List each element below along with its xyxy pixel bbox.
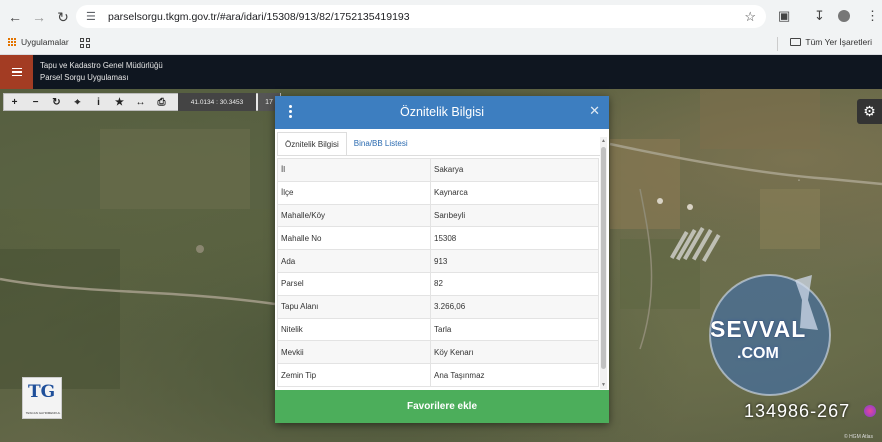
dialog-tabs: Öznitelik Bilgisi Bina/BB Listesi: [277, 132, 415, 156]
scroll-down-arrow-icon[interactable]: ▼: [600, 381, 607, 389]
table-row: Mahalle No 15308: [277, 226, 599, 251]
table-row: Mevkii Köy Kenarı: [277, 340, 599, 365]
browser-menu-icon[interactable]: ⋮: [866, 8, 879, 24]
dialog-title: Öznitelik Bilgisi: [399, 105, 485, 119]
apps-label: Uygulamalar: [21, 37, 69, 47]
watermark-domain: .COM: [737, 345, 779, 362]
scroll-up-arrow-icon[interactable]: ▲: [600, 137, 607, 145]
close-icon[interactable]: ✕: [589, 103, 600, 119]
row-value: Köy Kenarı: [430, 340, 599, 365]
folder-icon: [790, 38, 802, 46]
add-to-favorites-button[interactable]: Favorilere ekle: [275, 390, 609, 423]
row-key: Ada: [277, 249, 431, 273]
attribute-table-container: İl Sakarya İlçe Kaynarca Mahalle/Köy Sarıbe…: [277, 158, 599, 388]
row-value: 913: [430, 249, 599, 273]
row-key: İlçe: [277, 180, 431, 205]
row-key: Zemin Tip: [277, 363, 431, 387]
attribute-dialog: Öznitelik Bilgisi ✕ Öznitelik Bilgisi Bi…: [275, 96, 609, 423]
zoom-in-button[interactable]: +: [4, 94, 25, 110]
brand-flower-icon: [864, 405, 876, 417]
all-bookmarks-label: Tüm Yer İşaretleri: [805, 37, 872, 47]
menu-button[interactable]: [0, 55, 33, 89]
row-value: Tarla: [430, 317, 599, 342]
table-row: Ada 913: [277, 249, 599, 273]
back-arrow-icon[interactable]: ←: [3, 5, 27, 29]
bookmark-star-icon[interactable]: ☆: [744, 9, 756, 25]
tab-building-list[interactable]: Bina/BB Listesi: [347, 132, 415, 156]
measure-icon[interactable]: ↔: [130, 94, 151, 110]
locate-icon[interactable]: ⌖: [67, 94, 88, 110]
bookmarks-divider: [777, 37, 778, 51]
apps-bookmark[interactable]: Uygulamalar: [8, 37, 69, 47]
row-key: Mahalle/Köy: [277, 203, 431, 228]
site-settings-icon[interactable]: ☰: [86, 10, 100, 23]
coordinate-readout: 41.0134 : 30.3453: [178, 93, 256, 111]
row-key: Nitelik: [277, 317, 431, 342]
app-title-line1: Tapu ve Kadastro Genel Müdürlüğü: [40, 61, 163, 70]
row-key: Mevkii: [277, 340, 431, 365]
bookmarks-bar: Uygulamalar Tüm Yer İşaretleri: [0, 33, 882, 55]
tab-groups-icon[interactable]: [80, 38, 90, 48]
table-row: Tapu Alanı 3.266,06: [277, 294, 599, 319]
row-key: İl: [277, 158, 431, 182]
refresh-icon[interactable]: ↻: [46, 94, 67, 110]
table-row: Zemin Tip Ana Taşınmaz: [277, 363, 599, 387]
row-value: Sarıbeyli: [430, 203, 599, 228]
table-row: İlçe Kaynarca: [277, 180, 599, 205]
row-value: Ana Taşınmaz: [430, 363, 599, 387]
app-title-line2: Parsel Sorgu Uygulaması: [40, 73, 129, 82]
browser-toolbar: ← → ↻ ☰ parselsorgu.tkgm.gov.tr/#ara/ida…: [0, 0, 882, 33]
scrollbar-thumb[interactable]: [601, 147, 606, 369]
row-key: Mahalle No: [277, 226, 431, 251]
url-text: parselsorgu.tkgm.gov.tr/#ara/idari/15308…: [108, 10, 410, 23]
row-value: 3.266,06: [430, 294, 599, 319]
logo-subtitle: TESCAN GAYRIMENKUL: [25, 411, 61, 415]
watermark-brand: SEVVAL: [710, 316, 807, 342]
all-bookmarks[interactable]: Tüm Yer İşaretleri: [790, 37, 872, 47]
info-icon[interactable]: i: [88, 94, 109, 110]
favorite-star-icon[interactable]: ★: [109, 94, 130, 110]
tab-attribute-info[interactable]: Öznitelik Bilgisi: [277, 132, 347, 156]
row-value: 15308: [430, 226, 599, 251]
map-attribution: © HGM Atlas: [844, 434, 873, 440]
download-icon[interactable]: ↧: [814, 8, 825, 24]
gear-icon[interactable]: ⚙: [857, 99, 882, 124]
dialog-header: Öznitelik Bilgisi ✕: [275, 96, 609, 129]
table-scrollbar[interactable]: ▲ ▼: [600, 137, 607, 389]
row-value: Sakarya: [430, 158, 599, 182]
table-row: Parsel 82: [277, 271, 599, 296]
table-row: Mahalle/Köy Sarıbeyli: [277, 203, 599, 228]
row-value: Kaynarca: [430, 180, 599, 205]
attribute-table: İl Sakarya İlçe Kaynarca Mahalle/Köy Sarıbe…: [277, 158, 599, 387]
extensions-icon[interactable]: ▣: [778, 8, 790, 24]
address-bar[interactable]: ☰ parselsorgu.tkgm.gov.tr/#ara/idari/153…: [76, 5, 766, 28]
print-icon[interactable]: ⎙: [151, 94, 172, 110]
zoom-out-button[interactable]: −: [25, 94, 46, 110]
map-toolbar: + − ↻ ⌖ i ★ ↔ ⎙ 41.0134 : 30.3453 17: [3, 93, 281, 111]
map-label: ◦: [798, 178, 801, 184]
tabs-divider: [277, 155, 600, 156]
forward-arrow-icon[interactable]: →: [27, 5, 51, 29]
apps-grid-icon: [8, 37, 17, 47]
row-value: 82: [430, 271, 599, 296]
table-row: İl Sakarya: [277, 158, 599, 182]
row-key: Tapu Alanı: [277, 294, 431, 319]
reload-icon[interactable]: ↻: [51, 5, 75, 29]
app-title: Tapu ve Kadastro Genel Müdürlüğü Parsel …: [40, 60, 163, 84]
app-header: Tapu ve Kadastro Genel Müdürlüğü Parsel …: [0, 55, 882, 89]
logo-letters: TG: [28, 382, 56, 402]
company-logo: TG TESCAN GAYRIMENKUL: [22, 377, 62, 419]
profile-avatar[interactable]: [838, 10, 850, 22]
row-key: Parsel: [277, 271, 431, 296]
table-row: Nitelik Tarla: [277, 317, 599, 342]
listing-number: 134986-267: [744, 401, 851, 421]
